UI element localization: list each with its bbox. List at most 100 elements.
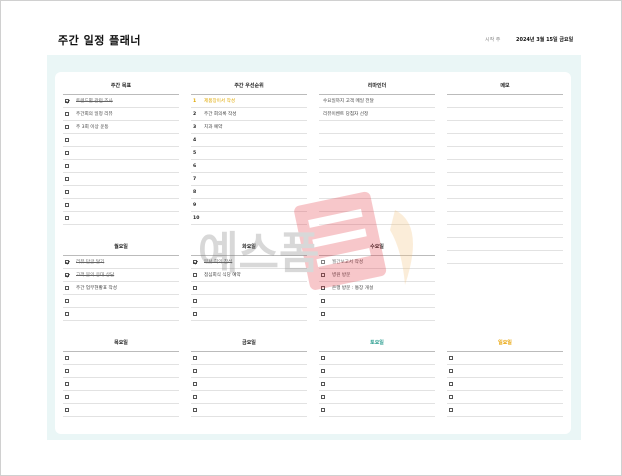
day-title: 금요일 — [191, 335, 307, 352]
priority-text[interactable]: 제품장이서 작성 — [204, 95, 235, 108]
reminder-text[interactable]: 리뷰이벤트 당첨자 선정 — [323, 108, 368, 121]
checkbox[interactable] — [65, 203, 69, 207]
checkbox[interactable] — [65, 177, 69, 181]
checkbox[interactable] — [321, 408, 325, 412]
task-text[interactable]: 주간 업무현황표 작성 — [76, 282, 117, 295]
checklist-row — [191, 352, 307, 365]
checkbox[interactable] — [65, 408, 69, 412]
memo-line[interactable] — [447, 147, 563, 160]
checklist-row: 리뷰 답글 달기 — [63, 256, 179, 269]
checkbox[interactable] — [65, 382, 69, 386]
checkbox[interactable] — [65, 99, 69, 103]
checklist-row — [63, 160, 179, 173]
checkbox[interactable] — [65, 125, 69, 129]
checklist-row — [63, 391, 179, 404]
memo-line[interactable] — [447, 95, 563, 108]
checkbox[interactable] — [65, 138, 69, 142]
reminders-title: 리마인더 — [319, 78, 435, 95]
checkbox[interactable] — [321, 286, 325, 290]
task-text[interactable]: 월간보고서 작성 — [332, 256, 363, 269]
priority-text[interactable]: 주간 회의록 작성 — [204, 108, 237, 121]
task-text[interactable]: 병원 방문 — [332, 269, 350, 282]
priority-number: 3 — [193, 125, 197, 130]
checkbox[interactable] — [193, 260, 197, 264]
checklist-row — [447, 404, 563, 417]
priority-row: 1 제품장이서 작성 — [191, 95, 307, 108]
checkbox[interactable] — [449, 369, 453, 373]
start-week-label: 시작 주 — [485, 37, 501, 43]
task-text[interactable]: 트렌드별 관련 조사 — [76, 95, 113, 108]
task-text[interactable]: 주 3회 이상 운동 — [76, 121, 109, 134]
checkbox[interactable] — [65, 356, 69, 360]
checkbox[interactable] — [65, 273, 69, 277]
checkbox[interactable] — [65, 112, 69, 116]
checkbox[interactable] — [193, 382, 197, 386]
checkbox[interactable] — [65, 369, 69, 373]
checkbox[interactable] — [193, 286, 197, 290]
priority-number: 4 — [193, 138, 197, 143]
checkbox[interactable] — [65, 312, 69, 316]
start-week-date[interactable]: 2024년 3월 15일 금요일 — [516, 36, 573, 43]
checklist-row — [191, 378, 307, 391]
memo-line[interactable] — [447, 186, 563, 199]
checkbox[interactable] — [65, 260, 69, 264]
checkbox[interactable] — [321, 299, 325, 303]
memo-line[interactable] — [447, 199, 563, 212]
memo-line[interactable] — [447, 212, 563, 225]
checkbox[interactable] — [449, 408, 453, 412]
task-text[interactable]: 주간회의 일정 리뷰 — [76, 108, 113, 121]
checkbox[interactable] — [321, 356, 325, 360]
checklist-row — [191, 295, 307, 308]
checklist-row: 병원 방문 — [319, 269, 435, 282]
checkbox[interactable] — [321, 369, 325, 373]
checkbox[interactable] — [65, 151, 69, 155]
priority-row: 2 주간 회의록 작성 — [191, 108, 307, 121]
checkbox[interactable] — [449, 395, 453, 399]
reminder-text[interactable]: 수요일까지 고객 메일 전달 — [323, 95, 374, 108]
checkbox[interactable] — [65, 286, 69, 290]
day-sunday-section: 일요일 — [447, 335, 563, 417]
checkbox[interactable] — [449, 356, 453, 360]
checkbox[interactable] — [65, 299, 69, 303]
weekly-priorities-section: 주간 우선순위 1 제품장이서 작성 2 주간 회의록 작성 3 치과 예약 4 5 6 7 8 9 1… — [191, 78, 307, 225]
task-text[interactable]: 부서 회의 참석 — [204, 256, 232, 269]
task-text[interactable]: 점심회식 식당 예약 — [204, 269, 241, 282]
checkbox[interactable] — [321, 260, 325, 264]
checkbox[interactable] — [321, 382, 325, 386]
memo-line[interactable] — [447, 173, 563, 186]
checkbox[interactable] — [321, 395, 325, 399]
memo-line[interactable] — [447, 121, 563, 134]
checklist-row — [319, 378, 435, 391]
task-text[interactable]: 리뷰 답글 달기 — [76, 256, 104, 269]
checklist-row — [191, 308, 307, 321]
memo-line[interactable] — [447, 225, 563, 238]
checkbox[interactable] — [321, 312, 325, 316]
priority-text[interactable]: 치과 예약 — [204, 121, 222, 134]
checklist-row — [191, 365, 307, 378]
checkbox[interactable] — [193, 299, 197, 303]
checkbox[interactable] — [321, 273, 325, 277]
memo-line[interactable] — [447, 160, 563, 173]
reminder-row — [319, 199, 435, 212]
checklist-row — [319, 365, 435, 378]
checkbox[interactable] — [65, 190, 69, 194]
checkbox[interactable] — [65, 216, 69, 220]
checkbox[interactable] — [193, 395, 197, 399]
checkbox[interactable] — [193, 408, 197, 412]
reminder-row — [319, 212, 435, 225]
checkbox[interactable] — [449, 382, 453, 386]
memo-line[interactable] — [447, 251, 563, 264]
checkbox[interactable] — [193, 369, 197, 373]
checkbox[interactable] — [65, 164, 69, 168]
checkbox[interactable] — [65, 395, 69, 399]
task-text[interactable]: 은행 방문 : 통장 개설 — [332, 282, 373, 295]
memo-line[interactable] — [447, 134, 563, 147]
task-text[interactable]: 고객 문의 응대 상담 — [76, 269, 114, 282]
checklist-row: 주간 업무현황표 작성 — [63, 282, 179, 295]
checkbox[interactable] — [193, 356, 197, 360]
checkbox[interactable] — [193, 273, 197, 277]
checkbox[interactable] — [193, 312, 197, 316]
checklist-row — [63, 186, 179, 199]
memo-line[interactable] — [447, 108, 563, 121]
memo-line[interactable] — [447, 238, 563, 251]
